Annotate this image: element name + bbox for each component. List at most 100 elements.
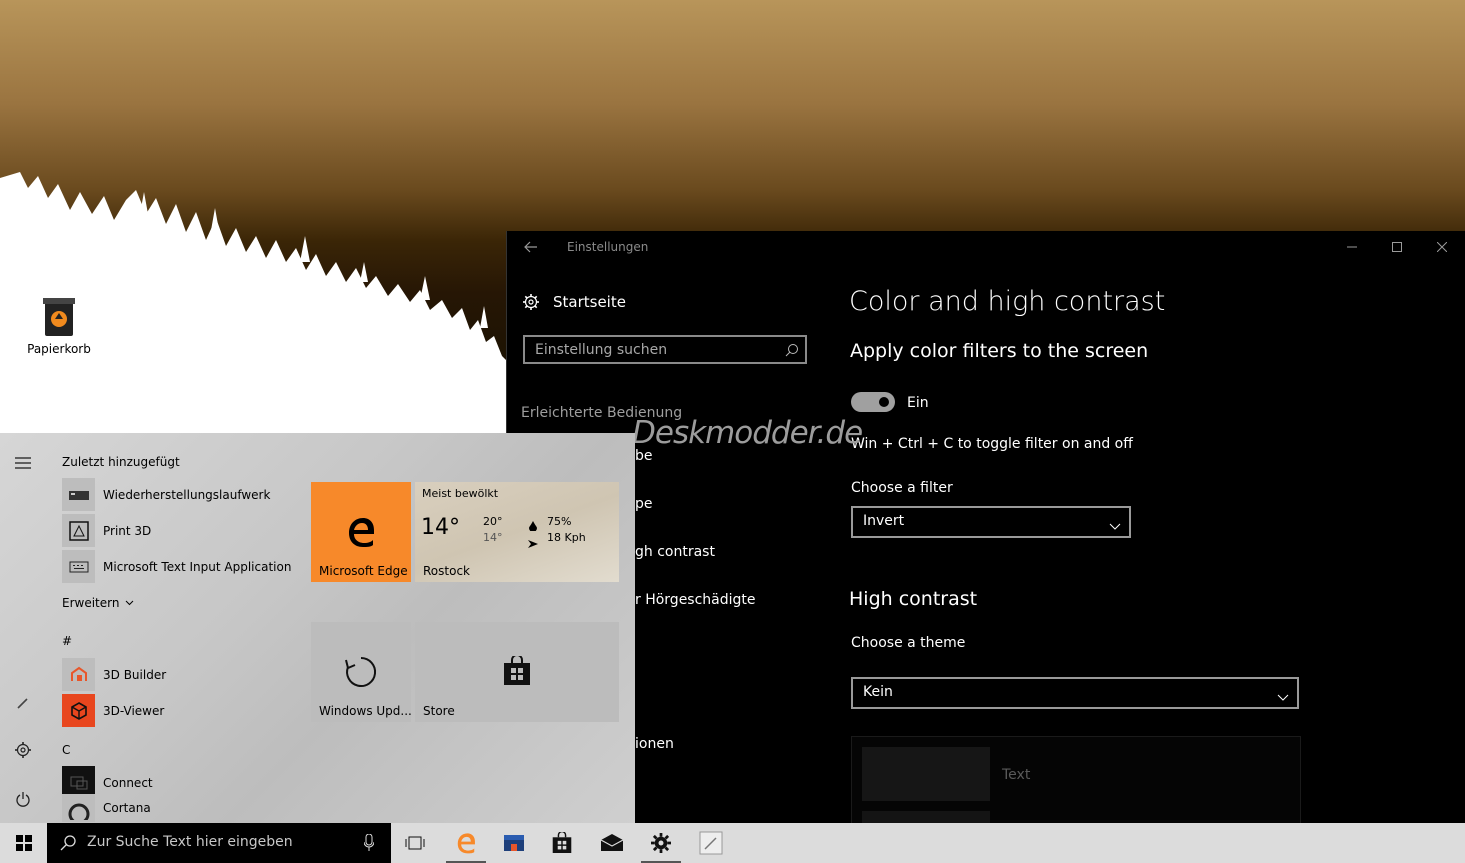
filter-label: Choose a filter <box>851 480 953 496</box>
taskbar-store[interactable] <box>538 823 586 863</box>
recycle-bin-icon <box>39 294 79 338</box>
app-item-recovery-drive[interactable]: Wiederherstellungslaufwerk <box>62 478 270 511</box>
app-item-3d-builder[interactable]: 3D Builder <box>62 658 166 691</box>
app-name: 3D Builder <box>103 667 167 682</box>
watermark: Deskmodder.de <box>632 415 863 451</box>
store-bag-icon <box>552 832 572 853</box>
expand-label: Erweitern <box>62 596 120 610</box>
tile-label: Microsoft Edge <box>319 564 408 578</box>
settings-search-input[interactable]: Einstellung suchen <box>523 335 807 364</box>
tile-label: Store <box>423 704 455 718</box>
toggle-state-label: Ein <box>907 395 929 411</box>
settings-window: Einstellungen Startseite Einstellung suc… <box>506 231 1465 831</box>
nav-home-label: Startseite <box>553 293 626 311</box>
search-icon <box>60 835 76 855</box>
taskbar-search-placeholder: Zur Suche Text hier eingeben <box>87 834 293 850</box>
taskbar-settings[interactable] <box>637 823 685 863</box>
weather-temp: 14° <box>421 515 460 540</box>
group-hash-header[interactable]: # <box>62 634 72 648</box>
app-name: Connect <box>103 775 153 790</box>
folder-icon <box>504 835 524 851</box>
group-c-header[interactable]: C <box>62 743 70 757</box>
tile-microsoft-edge[interactable]: Microsoft Edge <box>311 482 411 582</box>
expand-button[interactable]: Erweitern <box>62 596 134 610</box>
search-icon <box>785 342 799 361</box>
cortana-icon <box>62 794 95 822</box>
tile-weather[interactable]: Meist bewölkt 14° 20° 14° 75% 18 Kph Ros… <box>415 482 619 582</box>
chevron-down-icon <box>1277 687 1289 706</box>
power-icon[interactable] <box>13 789 33 809</box>
taskbar-mail[interactable] <box>588 823 636 863</box>
tile-label: Windows Upd... <box>319 704 412 718</box>
app-name: Print 3D <box>103 523 152 538</box>
weather-high: 20° <box>483 515 503 528</box>
settings-gear-icon[interactable] <box>13 740 33 760</box>
weather-humidity: 75% <box>547 515 572 528</box>
settings-titlebar: Einstellungen <box>507 231 1465 263</box>
recycle-bin-shortcut[interactable]: Papierkorb <box>22 294 96 356</box>
print3d-icon <box>62 514 95 547</box>
tile-store[interactable]: Store <box>415 622 619 722</box>
mail-icon <box>600 834 624 851</box>
taskbar: Zur Suche Text hier eingeben <box>0 823 1465 863</box>
preview-swatch-text <box>862 747 990 801</box>
start-button[interactable] <box>0 823 47 863</box>
close-button[interactable] <box>1419 231 1465 263</box>
tile-windows-update[interactable]: Windows Upd... <box>311 622 412 722</box>
app-name: Cortana <box>103 801 151 815</box>
wind-icon <box>528 533 538 552</box>
nav-item-hearing[interactable]: r Hörgeschädigte <box>635 592 756 608</box>
task-view-icon <box>405 836 425 850</box>
chevron-down-icon <box>126 600 134 606</box>
theme-label: Choose a theme <box>851 635 966 651</box>
keyboard-icon <box>62 550 95 583</box>
drive-icon <box>62 478 95 511</box>
pen-icon[interactable] <box>13 693 33 713</box>
app-item-3d-viewer[interactable]: 3D-Viewer <box>62 694 164 727</box>
app-item-print-3d[interactable]: Print 3D <box>62 514 151 547</box>
nav-item-5[interactable]: ionen <box>635 736 674 752</box>
start-menu: Zuletzt hinzugefügt Wiederherstellungsla… <box>0 433 635 823</box>
gear-icon <box>651 833 671 853</box>
nav-item-2[interactable]: pe <box>635 496 653 512</box>
theme-dropdown[interactable]: Kein <box>851 677 1299 709</box>
recycle-bin-label: Papierkorb <box>27 342 91 356</box>
theme-value: Kein <box>863 684 893 700</box>
watermark-text: Deskmodder.de <box>632 415 863 451</box>
microphone-icon[interactable] <box>363 833 375 856</box>
color-filter-heading: Apply color filters to the screen <box>850 340 1149 362</box>
toggle-knob <box>879 397 889 407</box>
maximize-button[interactable] <box>1374 231 1420 263</box>
theme-preview: Text <box>851 736 1301 831</box>
edge-icon <box>457 833 475 854</box>
weather-city: Rostock <box>423 564 470 578</box>
taskbar-search-box[interactable]: Zur Suche Text hier eingeben <box>47 823 391 863</box>
app-name: Microsoft Text Input Application <box>103 559 292 574</box>
task-view-button[interactable] <box>391 823 439 863</box>
nav-home[interactable]: Startseite <box>523 293 626 311</box>
edge-icon <box>349 518 374 547</box>
search-placeholder: Einstellung suchen <box>535 342 668 358</box>
preview-text-label: Text <box>1002 767 1031 783</box>
app-name: Wiederherstellungslaufwerk <box>103 487 271 502</box>
store-bag-icon <box>504 656 530 685</box>
hamburger-menu-icon[interactable] <box>13 453 33 473</box>
taskbar-edge[interactable] <box>442 823 490 863</box>
app-item-text-input[interactable]: Microsoft Text Input Application <box>62 550 291 583</box>
taskbar-file-explorer[interactable] <box>490 823 538 863</box>
page-title: Color and high contrast <box>849 286 1166 317</box>
window-title: Einstellungen <box>567 240 649 254</box>
color-filter-toggle[interactable] <box>851 392 895 412</box>
app-name: 3D-Viewer <box>103 703 165 718</box>
windows-logo-icon <box>15 835 32 851</box>
filter-dropdown[interactable]: Invert <box>851 506 1131 538</box>
pen-icon <box>699 831 723 855</box>
weather-condition: Meist bewölkt <box>422 487 499 500</box>
weather-low: 14° <box>483 531 503 544</box>
taskbar-pen-app[interactable] <box>687 823 735 863</box>
nav-item-high-contrast[interactable]: gh contrast <box>635 544 715 560</box>
app-item-cortana[interactable]: Cortana <box>62 794 151 822</box>
back-arrow-icon[interactable] <box>523 239 539 255</box>
minimize-button[interactable] <box>1329 231 1375 263</box>
filter-value: Invert <box>863 513 905 529</box>
